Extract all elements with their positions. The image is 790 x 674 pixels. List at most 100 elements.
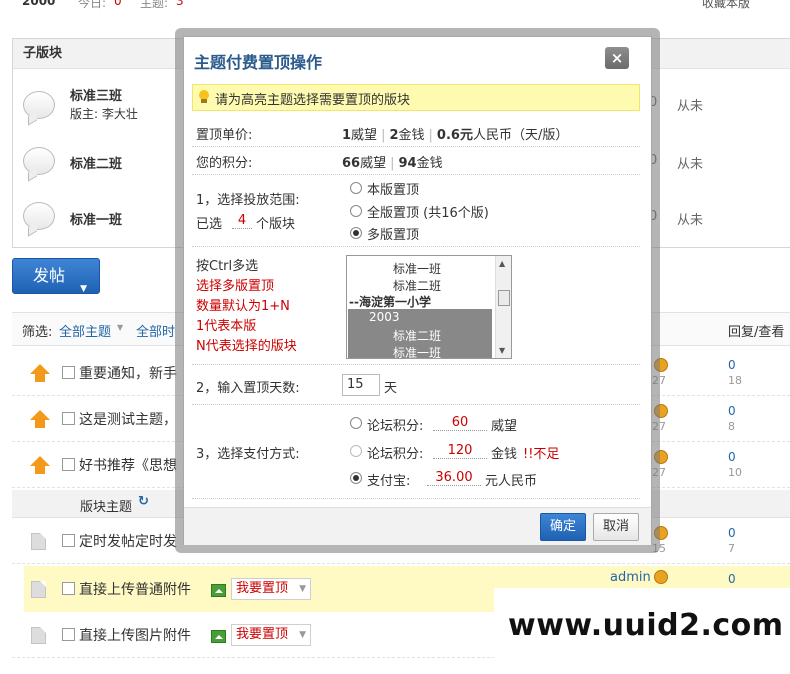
forum-option[interactable]: 标准二班: [393, 277, 441, 294]
subforum-name[interactable]: 标准三班: [70, 85, 122, 104]
favorite-forum-link[interactable]: 收藏本版: [702, 0, 750, 10]
ctrl-note: N代表选择的版块: [196, 339, 297, 354]
range-radio-global[interactable]: [350, 205, 362, 217]
forum-stats-bar: 2000 今日: 0 主题: 3 收藏本版: [0, 0, 790, 10]
pay-amount: 120: [433, 443, 487, 459]
filter-label: 筛选:: [22, 325, 53, 340]
forum-option[interactable]: 标准一班: [393, 260, 441, 277]
row-checkbox[interactable]: [62, 366, 75, 379]
row-checkbox[interactable]: [62, 628, 75, 641]
scroll-up-icon[interactable]: ▲: [499, 259, 505, 268]
score-b: 94: [398, 156, 417, 171]
unit-b: 2: [389, 128, 399, 143]
unit-a: 1: [342, 128, 352, 143]
days-input[interactable]: 15: [342, 374, 380, 396]
thread-title[interactable]: 重要通知，新手: [79, 363, 177, 383]
days-label: 2，输入置顶天数:: [196, 381, 300, 396]
thread-views: 8: [728, 420, 735, 433]
new-post-button[interactable]: 发帖 ▼: [12, 258, 100, 294]
pay-unit: 威望: [491, 419, 518, 434]
chevron-down-icon: ▼: [299, 630, 306, 640]
days-row: 2，输入置顶天数: 15 天: [192, 365, 640, 405]
pay-option-label[interactable]: 论坛积分:: [367, 415, 423, 434]
stat-today-label: 今日:: [78, 0, 107, 10]
thread-title[interactable]: 直接上传普通附件: [79, 579, 191, 599]
document-icon: [31, 533, 46, 550]
scroll-thumb[interactable]: [498, 290, 510, 306]
score-label: 您的积分:: [196, 156, 253, 171]
forum-option-selected[interactable]: 标准二班: [393, 327, 441, 344]
pay-option-label[interactable]: 论坛积分:: [367, 443, 423, 462]
forum-multiselect[interactable]: 标准一班 标准二班 --海淀第一小学 2003 标准二班 标准一班 ▲ ▼: [346, 255, 512, 359]
range-option-global[interactable]: 全版置顶 (共16个版): [367, 202, 489, 221]
thread-replies[interactable]: 0: [728, 526, 736, 540]
range-option-local[interactable]: 本版置顶: [367, 179, 419, 198]
score-a: 66: [342, 156, 361, 171]
thread-title[interactable]: 好书推荐《思想: [79, 455, 177, 475]
thread-views: 10: [728, 466, 742, 479]
ctrl-note: 1代表本版: [196, 319, 257, 334]
unit-a-unit: 威望: [351, 128, 378, 143]
thread-title[interactable]: 直接上传图片附件: [79, 625, 191, 645]
score-row: 您的积分: 66威望 | 94金钱: [192, 147, 640, 175]
reply-view-header: 回复/查看: [728, 325, 785, 340]
forum-option-selected[interactable]: 标准一班: [393, 344, 441, 358]
range-radio-local[interactable]: [350, 182, 362, 194]
medal-icon: [654, 570, 668, 584]
pin-topic-label: 我要置顶: [236, 627, 289, 642]
range-radio-multi[interactable]: [350, 227, 362, 239]
thread-views: 7: [728, 542, 735, 555]
listbox-scrollbar[interactable]: ▲ ▼: [495, 256, 511, 358]
score-a-unit: 威望: [360, 156, 387, 171]
forum-option-selected[interactable]: 2003: [369, 310, 400, 324]
forum-bubble-icon: [23, 91, 55, 119]
pin-topic-dropdown[interactable]: 我要置顶 ▼: [231, 624, 311, 646]
confirm-button[interactable]: 确定: [540, 513, 586, 541]
unit-price-row: 置顶单价: 1威望 | 2金钱 | 0.6元人民币（天/版）: [192, 119, 640, 147]
row-checkbox[interactable]: [62, 458, 75, 471]
row-checkbox[interactable]: [62, 412, 75, 425]
filter-all-topics[interactable]: 全部主题: [59, 321, 111, 340]
pay-radio-alipay[interactable]: [350, 472, 362, 484]
chevron-down-icon: ▼: [80, 284, 87, 294]
thread-author[interactable]: admin: [610, 570, 651, 585]
unit-price-value: 1威望 | 2金钱 | 0.6元人民币（天/版）: [342, 128, 569, 143]
subforum-name[interactable]: 标准一班: [70, 209, 122, 228]
document-icon: [31, 581, 46, 598]
days-unit: 天: [384, 381, 398, 396]
pay-radio-credits[interactable]: [350, 417, 362, 429]
pin-topic-dropdown[interactable]: 我要置顶 ▼: [231, 578, 311, 600]
pay-unit: 元人民币: [485, 474, 538, 489]
insufficient-warning: !!不足: [523, 447, 560, 462]
pay-option-label[interactable]: 支付宝:: [367, 470, 410, 489]
close-icon[interactable]: ×: [605, 47, 629, 69]
thread-replies[interactable]: 0: [728, 450, 736, 464]
row-checkbox[interactable]: [62, 534, 75, 547]
thread-replies[interactable]: 0: [728, 404, 736, 418]
thread-replies[interactable]: 0: [728, 572, 736, 586]
forum-group-option[interactable]: --海淀第一小学: [349, 293, 431, 310]
pay-radio-money[interactable]: [350, 445, 362, 457]
subforum-name[interactable]: 标准二班: [70, 153, 122, 172]
tip-text: 请为高亮主题选择需要置顶的版块: [215, 93, 411, 108]
pay-amount: 60: [433, 415, 487, 431]
range-option-multi[interactable]: 多版置顶: [367, 224, 419, 243]
thread-title[interactable]: 这是测试主题，: [79, 409, 177, 429]
forum-bubble-icon: [23, 147, 55, 175]
pin-topic-label: 我要置顶: [236, 581, 289, 596]
unit-price-label: 置顶单价:: [196, 128, 253, 143]
unit-c: 0.6: [436, 128, 460, 143]
score-value: 66威望 | 94金钱: [342, 156, 443, 171]
scroll-down-icon[interactable]: ▼: [499, 346, 505, 355]
unit-c-tail: 人民币（天/版）: [472, 128, 569, 143]
row-checkbox[interactable]: [62, 582, 75, 595]
filter-all-time[interactable]: 全部时: [136, 321, 175, 340]
refresh-icon[interactable]: ↻: [138, 494, 149, 509]
pay-pin-dialog: 主题付费置顶操作 × 请为高亮主题选择需要置顶的版块 置顶单价: 1威望 | 2金钱…: [183, 36, 652, 545]
stat-topic-value: 3: [176, 0, 184, 8]
thread-title[interactable]: 定时发帖定时发: [79, 531, 177, 551]
cancel-button[interactable]: 取消: [593, 513, 639, 541]
ctrl-hint: 按Ctrl多选: [196, 259, 259, 274]
thread-replies[interactable]: 0: [728, 358, 736, 372]
lightbulb-icon: [198, 90, 210, 104]
